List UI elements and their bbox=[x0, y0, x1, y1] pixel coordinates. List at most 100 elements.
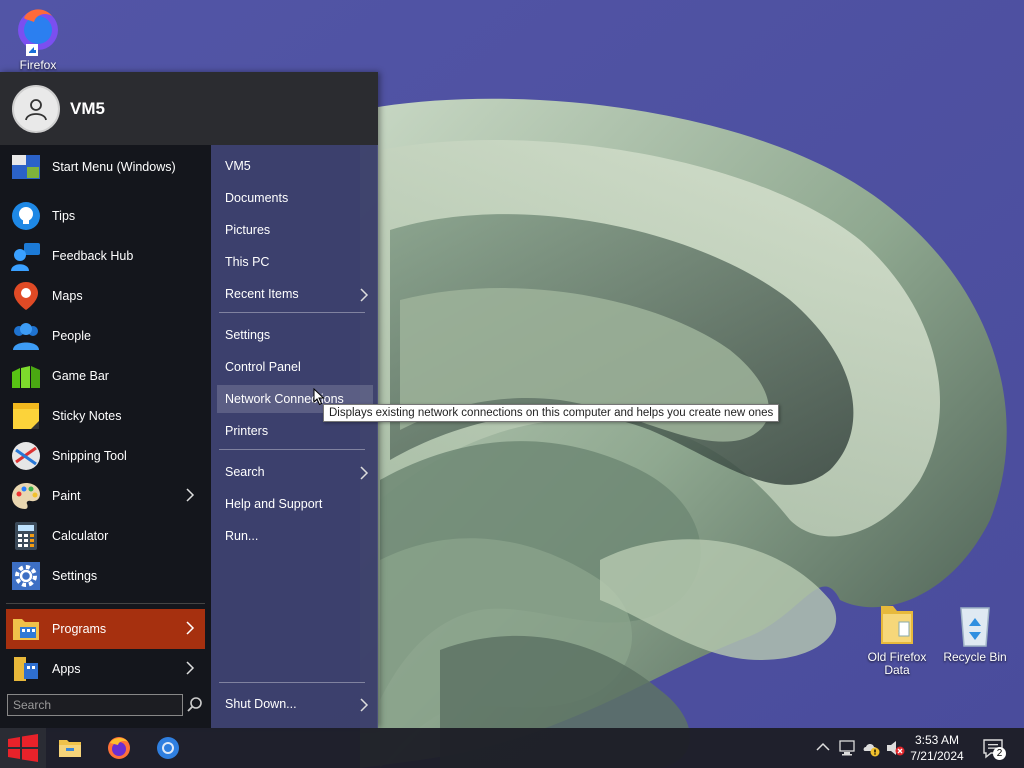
search-icon[interactable] bbox=[186, 696, 204, 714]
show-hidden-icons-chevron-icon[interactable] bbox=[816, 742, 830, 752]
menu-item-label: Programs bbox=[52, 622, 107, 636]
gear-icon bbox=[12, 562, 40, 590]
menu-item-feedback-hub[interactable]: Feedback Hub bbox=[6, 236, 205, 276]
menu-item-maps[interactable]: Maps bbox=[6, 276, 205, 316]
chevron-right-icon bbox=[186, 621, 195, 635]
menu-item-label: Maps bbox=[52, 289, 83, 303]
folder-icon bbox=[59, 740, 81, 757]
firefox-icon bbox=[18, 9, 58, 56]
start-button[interactable] bbox=[0, 728, 46, 768]
chevron-right-icon bbox=[186, 488, 195, 502]
user-name: VM5 bbox=[70, 98, 105, 118]
menu-item-label: People bbox=[52, 329, 91, 343]
folder-icon bbox=[881, 606, 913, 644]
apps-icon bbox=[14, 657, 38, 681]
desktop-icon-recycle-bin[interactable]: Recycle Bin bbox=[940, 602, 1010, 664]
menu-item-label: Help and Support bbox=[225, 497, 323, 511]
menu-item-label: Control Panel bbox=[225, 360, 301, 374]
menu-item-shut-down[interactable]: Shut Down... bbox=[217, 690, 373, 718]
menu-divider bbox=[219, 682, 365, 683]
menu-item-sticky-notes[interactable]: Sticky Notes bbox=[6, 396, 205, 436]
game-bar-icon bbox=[12, 366, 40, 388]
menu-item-label: VM5 bbox=[225, 159, 251, 173]
start-menu-icon bbox=[12, 155, 40, 179]
taskbar-clock[interactable]: 3:53 AM 7/21/2024 bbox=[902, 732, 972, 764]
clock-date: 7/21/2024 bbox=[910, 749, 964, 763]
menu-item-help-and-support[interactable]: Help and Support bbox=[217, 490, 373, 518]
user-avatar-icon bbox=[12, 84, 60, 133]
chevron-right-icon bbox=[186, 661, 195, 675]
lightbulb-icon bbox=[12, 202, 40, 230]
menu-item-label: Paint bbox=[52, 489, 81, 503]
recycle-bin-icon bbox=[960, 607, 990, 647]
programs-folder-icon bbox=[13, 619, 39, 640]
chevron-right-icon bbox=[360, 288, 369, 302]
taskbar-file-explorer[interactable] bbox=[47, 728, 93, 768]
menu-item-label: This PC bbox=[225, 255, 270, 269]
menu-item-pictures[interactable]: Pictures bbox=[217, 216, 373, 244]
taskbar-firefox[interactable] bbox=[96, 728, 142, 768]
map-pin-icon bbox=[14, 282, 38, 310]
start-menu-right-pane: VM5 Documents Pictures This PC Recent It… bbox=[211, 145, 378, 728]
menu-item-label: Shut Down... bbox=[225, 697, 297, 711]
feedback-icon bbox=[11, 243, 40, 271]
menu-item-paint[interactable]: Paint bbox=[6, 476, 205, 516]
onedrive-warning-icon[interactable] bbox=[862, 739, 880, 757]
clock-time: 3:53 AM bbox=[914, 733, 960, 747]
taskbar: 3:53 AM 7/21/2024 2 bbox=[0, 728, 1024, 768]
menu-item-apps[interactable]: Apps bbox=[6, 649, 205, 689]
people-icon bbox=[13, 323, 39, 350]
menu-item-label: Snipping Tool bbox=[52, 449, 127, 463]
firefox-icon bbox=[108, 737, 130, 759]
menu-item-label: Calculator bbox=[52, 529, 109, 543]
menu-item-people[interactable]: People bbox=[6, 316, 205, 356]
start-menu-left-pane: Start Menu (Windows) Tips Feedback Hub M… bbox=[0, 145, 211, 728]
menu-item-label: Apps bbox=[52, 662, 81, 676]
sticky-note-icon bbox=[13, 403, 39, 429]
start-menu-user-header[interactable]: VM5 bbox=[0, 72, 378, 145]
chevron-right-icon bbox=[360, 698, 369, 712]
menu-item-run[interactable]: Run... bbox=[217, 522, 373, 550]
scissors-icon bbox=[12, 442, 40, 470]
menu-item-settings[interactable]: Settings bbox=[6, 556, 205, 596]
action-center-button[interactable]: 2 bbox=[982, 737, 1006, 761]
taskbar-chrome[interactable] bbox=[145, 728, 191, 768]
chrome-icon bbox=[157, 737, 179, 759]
desktop-icon-label: Firefox bbox=[19, 58, 57, 72]
menu-item-programs[interactable]: Programs bbox=[6, 609, 205, 649]
windows-logo-icon bbox=[8, 734, 38, 762]
menu-item-label: Run... bbox=[225, 529, 259, 543]
menu-item-snipping-tool[interactable]: Snipping Tool bbox=[6, 436, 205, 476]
menu-item-recent-items[interactable]: Recent Items bbox=[217, 280, 373, 308]
menu-item-calculator[interactable]: Calculator bbox=[6, 516, 205, 556]
menu-item-label: Game Bar bbox=[52, 369, 109, 383]
menu-divider bbox=[6, 603, 205, 604]
start-menu-search-input[interactable] bbox=[7, 694, 183, 716]
menu-item-label: Pictures bbox=[225, 223, 271, 237]
menu-item-documents[interactable]: Documents bbox=[217, 184, 373, 212]
menu-item-label: Settings bbox=[225, 328, 271, 342]
desktop-icon-old-firefox-data[interactable]: Old Firefox Data bbox=[862, 602, 932, 677]
network-connections-tooltip: Displays existing network connections on… bbox=[323, 404, 780, 422]
menu-item-label: Search bbox=[225, 465, 265, 479]
notification-count-badge: 2 bbox=[993, 747, 1006, 760]
chevron-right-icon bbox=[360, 466, 369, 480]
menu-item-label: Documents bbox=[225, 191, 289, 205]
network-icon[interactable] bbox=[838, 739, 856, 757]
menu-item-label: Settings bbox=[52, 569, 98, 583]
menu-item-control-panel[interactable]: Control Panel bbox=[217, 353, 373, 381]
menu-item-label: Tips bbox=[52, 209, 76, 223]
menu-item-tips[interactable]: Tips bbox=[6, 196, 205, 236]
menu-item-label: Printers bbox=[225, 424, 269, 438]
menu-item-user-folder[interactable]: VM5 bbox=[217, 152, 373, 180]
menu-item-settings-link[interactable]: Settings bbox=[217, 321, 373, 349]
menu-item-search[interactable]: Search bbox=[217, 458, 373, 486]
tooltip-text: Displays existing network connections on… bbox=[329, 407, 774, 419]
menu-item-this-pc[interactable]: This PC bbox=[217, 248, 373, 276]
menu-item-game-bar[interactable]: Game Bar bbox=[6, 356, 205, 396]
menu-item-label: Recent Items bbox=[225, 287, 299, 301]
menu-item-start-menu-windows[interactable]: Start Menu (Windows) bbox=[6, 147, 205, 187]
desktop-icon-firefox[interactable]: Firefox bbox=[3, 4, 73, 72]
menu-item-label: Sticky Notes bbox=[52, 409, 122, 423]
menu-item-label: Feedback Hub bbox=[52, 249, 134, 263]
